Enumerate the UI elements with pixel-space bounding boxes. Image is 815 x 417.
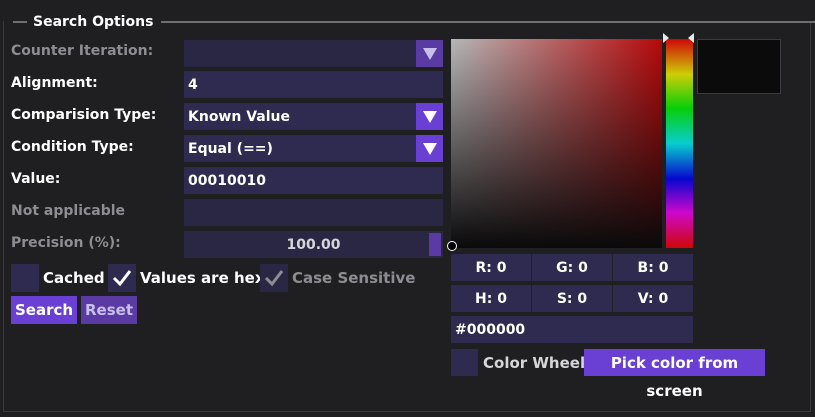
values-are-hex-label: Values are hex [140,269,265,287]
color-wheel-checkbox[interactable] [451,349,478,376]
s-field[interactable]: S: 0 [532,285,612,312]
precision-value: 100.00 [286,237,341,253]
g-field[interactable]: G: 0 [532,254,612,281]
saturation-value-shade [451,39,662,248]
condition-type-value: Equal (==) [188,141,273,157]
v-field[interactable]: V: 0 [613,285,693,312]
values-are-hex-checkbox[interactable] [108,264,136,292]
checkmark-icon [264,270,284,287]
counter-iteration-dropdown[interactable] [184,40,443,67]
color-wheel-label: Color Wheel [483,354,586,372]
hue-marker-left-icon[interactable] [663,33,669,43]
checkmark-icon [112,270,132,287]
chevron-down-icon[interactable] [416,40,443,67]
slider-grab-handle[interactable] [429,233,441,256]
hue-bar-shade [666,39,693,248]
not-applicable-label: Not applicable [11,203,126,219]
condition-type-label: Condition Type: [11,139,134,155]
cached-label: Cached [43,269,105,287]
counter-iteration-label: Counter Iteration: [11,43,154,59]
chevron-down-icon[interactable] [416,135,443,162]
group-divider-right [161,21,815,23]
not-applicable-input[interactable] [184,199,443,226]
value-label: Value: [11,171,61,187]
comparison-type-label: Comparision Type: [11,107,157,123]
alignment-label: Alignment: [11,75,98,91]
pick-color-button[interactable]: Pick color from screen [584,349,765,400]
cached-checkbox[interactable] [11,264,39,292]
r-field[interactable]: R: 0 [451,254,531,281]
hex-input[interactable]: #000000 [451,316,693,343]
group-title: Search Options [33,14,154,30]
comparison-type-value: Known Value [188,109,290,125]
hue-marker-right-icon[interactable] [688,33,694,43]
chevron-down-icon[interactable] [416,103,443,130]
alignment-input[interactable]: 4 [184,71,443,98]
case-sensitive-checkbox[interactable] [260,264,288,292]
group-divider-left [13,21,27,23]
condition-type-dropdown[interactable]: Equal (==) [184,135,443,162]
search-button[interactable]: Search [11,296,78,324]
reset-button[interactable]: Reset [81,296,137,324]
color-preview [697,39,781,94]
h-field[interactable]: H: 0 [451,285,531,312]
case-sensitive-label: Case Sensitive [292,269,416,287]
color-cursor[interactable] [447,241,457,251]
value-input[interactable]: 00010010 [184,167,443,194]
b-field[interactable]: B: 0 [613,254,693,281]
precision-slider[interactable]: 100.00 [184,231,443,258]
comparison-type-dropdown[interactable]: Known Value [184,103,443,130]
precision-label: Precision (%): [11,235,121,251]
